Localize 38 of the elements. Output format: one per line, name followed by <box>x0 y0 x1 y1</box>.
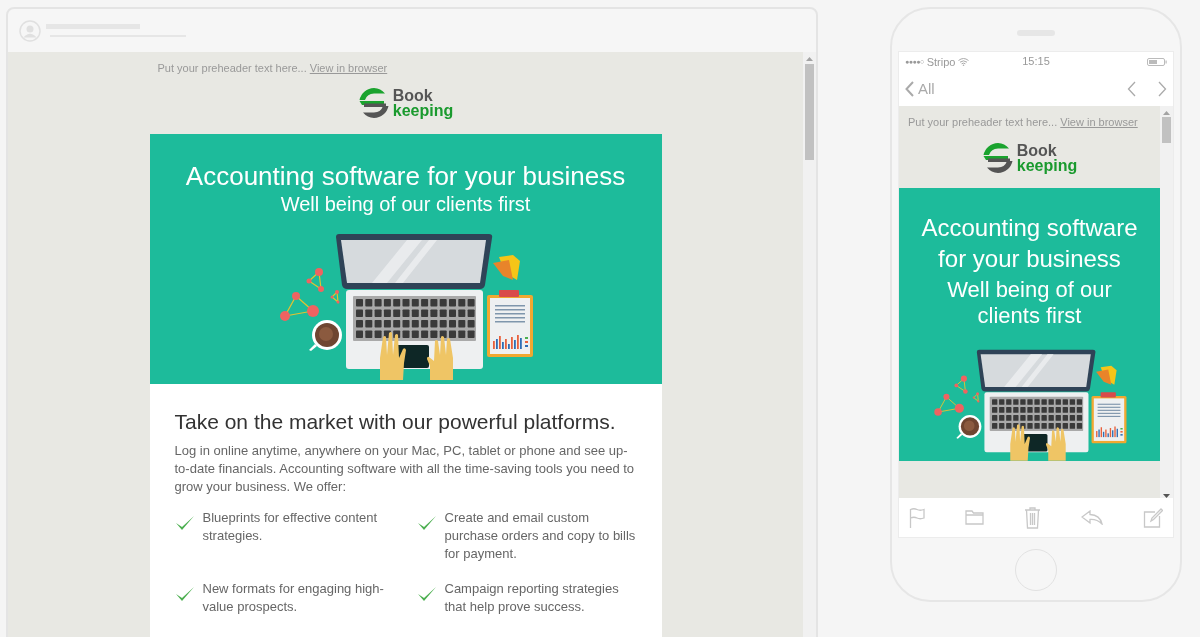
status-time: 15:15 <box>1022 55 1050 67</box>
section-heading: Take on the market with our powerful platforms. <box>174 410 617 434</box>
view-in-browser-link[interactable]: View in browser <box>309 62 388 74</box>
feature-text: Blueprints for effective content strategies. <box>202 509 379 545</box>
logo-icon <box>981 142 1014 174</box>
flag-icon[interactable] <box>909 507 925 528</box>
preheader-text: Put your preheader text here... View in browser <box>907 115 1139 129</box>
view-in-browser-link[interactable]: View in browser <box>1060 116 1138 128</box>
preheader-text: Put your preheader text here... View in browser <box>156 61 389 75</box>
hero-title: Accounting software for your business <box>184 161 627 191</box>
scroll-up-arrow-icon[interactable] <box>1163 111 1170 115</box>
chevron-left-icon[interactable] <box>1127 80 1136 97</box>
logo-wordmark: Book keeping <box>392 88 454 118</box>
chevron-left-icon <box>905 80 914 97</box>
scrollbar[interactable] <box>803 52 816 637</box>
feature-text: New formats for engaging high-value prospects. <box>202 580 385 616</box>
scrollbar-thumb[interactable] <box>805 64 814 160</box>
folder-icon[interactable] <box>965 510 984 525</box>
scrollbar-thumb[interactable] <box>1162 117 1171 143</box>
scroll-down-arrow-icon[interactable] <box>1163 494 1170 498</box>
hero-subtitle: Well being of our clients first <box>279 193 532 215</box>
scrollbar[interactable] <box>1160 106 1173 498</box>
wifi-icon <box>958 57 970 66</box>
carrier-name: Stripo <box>926 55 956 68</box>
chevron-right-icon[interactable] <box>1158 80 1167 97</box>
reply-icon[interactable] <box>1081 510 1103 525</box>
hero-title: Accounting software for your business <box>921 213 1138 274</box>
edit-icon[interactable] <box>1143 507 1163 528</box>
scroll-up-arrow-icon[interactable] <box>806 57 813 61</box>
feature-text: Campaign reporting strategies that help prove success. <box>444 580 620 616</box>
hero-subtitle: Well being of our clients first <box>946 277 1113 329</box>
back-button[interactable]: All <box>905 80 935 97</box>
intro-paragraph: Log in online anytime, anywhere on your Mac, PC, tablet or phone and see up-to-date financials. Accounting software with all the time-saving tools you need to grow your business. We offer: <box>174 442 636 496</box>
trash-icon[interactable] <box>1024 506 1041 529</box>
logo-icon <box>357 87 390 119</box>
logo-wordmark: Book keeping <box>1016 143 1078 173</box>
battery-icon <box>1147 57 1167 66</box>
feature-text: Create and email custom purchase orders and copy to bills for payment. <box>444 509 637 563</box>
